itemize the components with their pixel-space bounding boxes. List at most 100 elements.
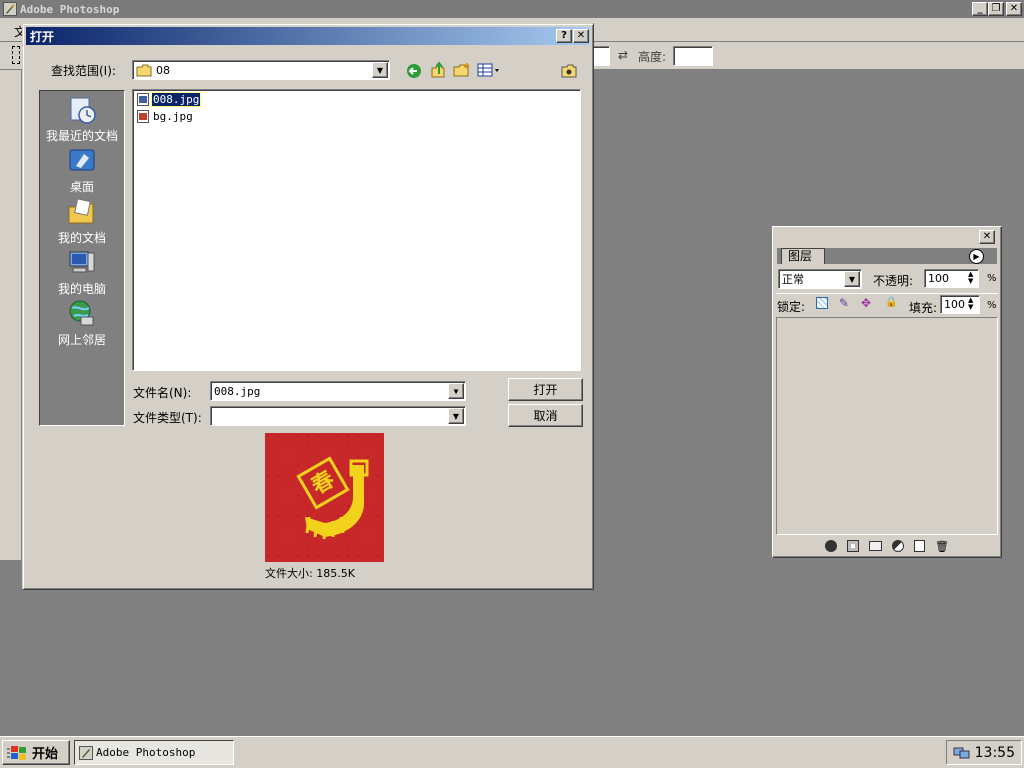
tab-layers[interactable]: 图层 [781, 248, 825, 264]
lock-all-icon[interactable]: 🔒 [885, 297, 897, 308]
width-field[interactable] [592, 46, 610, 66]
toolbox-edge [0, 70, 22, 560]
place-label: 桌面 [69, 180, 94, 194]
close-icon: ✕ [982, 231, 992, 242]
blend-mode-dropdown-button[interactable]: ▼ [844, 271, 860, 287]
height-field[interactable] [673, 46, 713, 66]
lock-pixels-icon[interactable]: ✎ [839, 296, 849, 310]
my-documents-icon [68, 198, 94, 224]
place-recent-documents[interactable]: 我最近的文档 [40, 95, 124, 144]
new-group-icon[interactable] [869, 541, 883, 551]
minimize-button[interactable]: _ [972, 2, 988, 16]
file-size-label: 文件大小: 185.5K [265, 567, 355, 580]
opacity-stepper[interactable]: ▲ ▼ [968, 271, 973, 285]
tab-layers-label: 图层 [788, 249, 813, 263]
place-network[interactable]: 网上邻居 [40, 299, 124, 348]
look-in-value: 08 [156, 63, 170, 77]
windows-logo-icon [7, 745, 26, 760]
folder-icon [136, 64, 152, 76]
trash-icon[interactable]: 🗑 [935, 540, 949, 553]
preview-artwork: 春 [265, 433, 384, 562]
new-layer-icon[interactable] [914, 540, 926, 552]
app-close-button[interactable]: ✕ [1006, 2, 1022, 16]
my-computer-icon [69, 251, 95, 273]
lock-label: 锁定: [777, 300, 806, 314]
marquee-tool-icon[interactable] [12, 46, 20, 64]
help-button[interactable]: ? [556, 29, 572, 43]
open-button[interactable]: 打开 [508, 378, 583, 401]
blend-mode-value: 正常 [782, 273, 804, 286]
minimize-icon: _ [977, 3, 983, 14]
places-bar: 我最近的文档 桌面 我的文档 我的电脑 网上邻居 [39, 90, 125, 426]
place-label: 我的文档 [57, 231, 106, 245]
file-item-008[interactable]: 008.jpg [137, 91, 202, 107]
filename-value: 008.jpg [214, 384, 261, 398]
view-menu-button[interactable] [477, 63, 501, 81]
filetype-dropdown-button[interactable]: ▼ [448, 408, 464, 424]
place-label: 网上邻居 [57, 333, 106, 347]
taskbar-item-label: Adobe Photoshop [96, 746, 196, 759]
look-in-combo[interactable]: 08 ▼ [132, 60, 390, 80]
height-label: 高度: [638, 50, 667, 64]
filename-combo[interactable]: 008.jpg ▼ [210, 381, 466, 401]
place-label: 我最近的文档 [45, 129, 118, 143]
back-button[interactable] [406, 63, 422, 82]
file-item-bg[interactable]: bg.jpg [137, 108, 194, 124]
link-layers-icon[interactable] [825, 540, 838, 552]
file-list[interactable]: 008.jpg bg.jpg [132, 89, 581, 371]
play-right-icon: ▶ [973, 251, 980, 261]
layers-panel-menu-button[interactable]: ▶ [969, 249, 984, 264]
clock[interactable]: 13:55 [975, 745, 1015, 761]
taskbar-item-photoshop[interactable]: Adobe Photoshop [74, 740, 234, 765]
chevron-down-icon: ▼ [452, 411, 460, 421]
layers-divider [776, 293, 998, 294]
favorites-button[interactable] [561, 64, 577, 81]
restore-button[interactable]: ❐ [988, 2, 1004, 16]
layers-close-button[interactable]: ✕ [979, 230, 995, 244]
back-arrow-icon [407, 64, 421, 78]
start-label: 开始 [32, 747, 59, 762]
file-name: bg.jpg [153, 109, 193, 123]
place-my-computer[interactable]: 我的电脑 [40, 248, 124, 297]
file-name: 008.jpg [150, 91, 202, 107]
lock-transparency-icon[interactable] [816, 297, 828, 309]
cancel-button[interactable]: 取消 [508, 404, 583, 427]
help-icon: ? [561, 30, 567, 41]
filename-label: 文件名(N): [133, 386, 192, 400]
dialog-title: 打开 [30, 29, 55, 44]
jpg-file-icon [137, 92, 149, 106]
place-desktop[interactable]: 桌面 [40, 146, 124, 195]
place-my-documents[interactable]: 我的文档 [40, 197, 124, 246]
layers-list[interactable] [776, 317, 998, 535]
dialog-close-button[interactable]: ✕ [573, 29, 589, 43]
opacity-label: 不透明: [873, 274, 914, 288]
layer-mask-icon[interactable] [847, 540, 860, 552]
up-folder-button[interactable] [430, 61, 446, 82]
photoshop-app-icon [79, 745, 93, 760]
lock-position-icon[interactable]: ✥ [861, 296, 871, 310]
favorites-folder-icon [561, 64, 577, 78]
filetype-combo[interactable]: ▼ [210, 406, 466, 426]
system-tray: 13:55 [946, 740, 1022, 765]
chevron-down-icon: ▼ [848, 274, 856, 284]
fill-stepper[interactable]: ▲ ▼ [968, 297, 973, 311]
opacity-value: 100 [928, 272, 949, 285]
layers-panel-header [775, 229, 999, 245]
photoshop-titlebar: Adobe Photoshop [0, 0, 1024, 18]
start-button[interactable]: 开始 [2, 740, 70, 765]
fill-label: 填充: [909, 301, 938, 315]
close-icon: ✕ [576, 30, 586, 41]
network-tray-icon[interactable] [953, 745, 971, 761]
swap-icon[interactable]: ⇄ [618, 48, 628, 62]
recent-documents-icon [70, 97, 96, 124]
new-folder-button[interactable] [453, 62, 471, 81]
blend-mode-combo[interactable]: 正常 ▼ [778, 269, 862, 289]
layers-footer: 🗑 [776, 537, 998, 555]
look-in-dropdown-button[interactable]: ▼ [372, 62, 388, 78]
restore-icon: ❐ [991, 3, 1001, 14]
fill-field[interactable]: 100 [940, 295, 980, 314]
fill-percent: % [987, 300, 997, 311]
filename-dropdown-button[interactable]: ▼ [448, 383, 464, 399]
adjustment-layer-icon[interactable] [892, 540, 905, 552]
taskbar: 开始 Adobe Photoshop 13:55 [0, 736, 1024, 768]
